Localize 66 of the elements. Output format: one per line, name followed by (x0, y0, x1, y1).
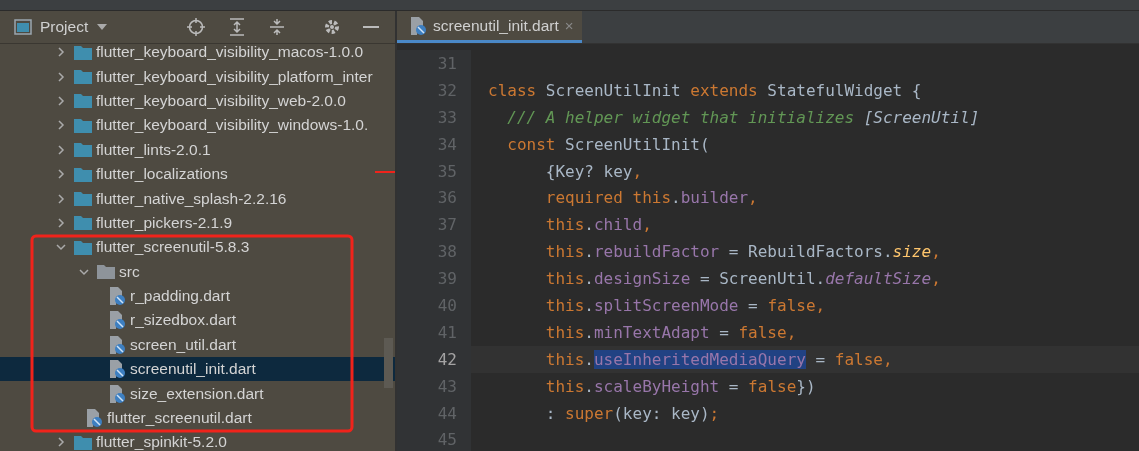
tree-item[interactable]: flutter_keyboard_visibility_windows-1.0. (0, 113, 395, 138)
chevron-right-icon[interactable] (55, 46, 67, 59)
expand-all-icon[interactable] (229, 18, 245, 36)
scrollbar-thumb[interactable] (384, 338, 393, 388)
dart-file-icon (85, 408, 103, 429)
folder-icon (74, 142, 92, 158)
code-line: class ScreenUtilInit extends StatefulWidget { (487, 80, 922, 100)
tree-item[interactable]: flutter_pickers-2.1.9 (0, 210, 395, 236)
editor-tab[interactable]: screenutil_init.dart × (397, 11, 582, 43)
folder-icon (74, 69, 92, 85)
chevron-right-icon[interactable] (55, 192, 67, 205)
folder-icon (74, 93, 92, 109)
chevron-right-icon[interactable] (55, 94, 67, 107)
tree-item[interactable]: flutter_keyboard_visibility_macos-1.0.0 (0, 40, 395, 65)
folder-icon (74, 434, 92, 450)
code-line: this.scaleByHeight = false}) (544, 376, 816, 396)
tree-item[interactable]: r_padding.dart (0, 283, 395, 309)
panel-icon[interactable] (14, 19, 32, 35)
folder-icon (97, 264, 115, 280)
folder-icon (74, 117, 92, 133)
tree-item[interactable]: flutter_screenutil-5.8.3 (0, 235, 395, 260)
chevron-right-icon[interactable] (55, 119, 67, 132)
tree-item[interactable]: flutter_lints-2.0.1 (0, 137, 395, 162)
tree-item[interactable]: screen_util.dart (0, 332, 395, 358)
code-line: required this.builder, (544, 188, 758, 208)
code-line: : super(key: key); (544, 403, 720, 423)
code-line: this.designSize = ScreenUtil.defaultSize, (544, 269, 941, 289)
code-line: this.minTextAdapt = false, (544, 322, 797, 342)
folder-icon (74, 239, 92, 255)
folder-icon (74, 215, 92, 231)
code-line: /// A helper widget that initializes [ScreenUtil] (506, 107, 980, 127)
chevron-right-icon[interactable] (55, 168, 67, 181)
tree-item[interactable]: flutter_spinkit-5.2.0 (0, 430, 395, 451)
chevron-right-icon[interactable] (55, 70, 67, 83)
folder-icon (74, 191, 92, 207)
dart-file-icon (108, 334, 126, 355)
panel-title[interactable]: Project (40, 18, 89, 36)
chevron-right-icon[interactable] (55, 216, 67, 229)
folder-icon (74, 166, 92, 182)
tree-item[interactable]: size_extension.dart (0, 381, 395, 406)
code-line: {Key? key, (544, 161, 643, 181)
dart-file-icon (409, 15, 427, 36)
annotation-mark (374, 171, 396, 173)
tree-item[interactable]: flutter_screenutil.dart (0, 405, 395, 431)
tree-item[interactable]: r_sizedbox.dart (0, 308, 395, 333)
chevron-right-icon[interactable] (55, 143, 67, 156)
tree-item[interactable]: flutter_localizations (0, 161, 395, 187)
tree-item[interactable]: flutter_native_splash-2.2.16 (0, 186, 395, 211)
tree-item[interactable]: screenutil_init.dart (0, 357, 395, 382)
tree-item[interactable]: flutter_keyboard_visibility_platform_inter (0, 64, 395, 89)
code-line: const ScreenUtilInit( (506, 134, 710, 154)
dart-file-icon (108, 310, 126, 331)
code-line: this.splitScreenMode = false, (544, 295, 826, 315)
tree-item[interactable]: flutter_keyboard_visibility_web-2.0.0 (0, 88, 395, 114)
code-line: this.child, (544, 215, 652, 235)
crosshair-icon[interactable] (187, 18, 205, 36)
code-line: this.rebuildFactor = RebuildFactors.size, (544, 242, 941, 262)
dart-file-icon (108, 383, 126, 404)
caret-icon[interactable] (96, 23, 109, 31)
tree-item[interactable]: src (0, 259, 395, 284)
settings-icon[interactable] (323, 18, 341, 36)
dart-file-icon (108, 286, 126, 307)
chevron-right-icon[interactable] (55, 436, 67, 449)
dart-file-icon (108, 359, 126, 380)
minimize-icon[interactable] (363, 25, 379, 29)
collapse-all-icon[interactable] (269, 18, 285, 36)
